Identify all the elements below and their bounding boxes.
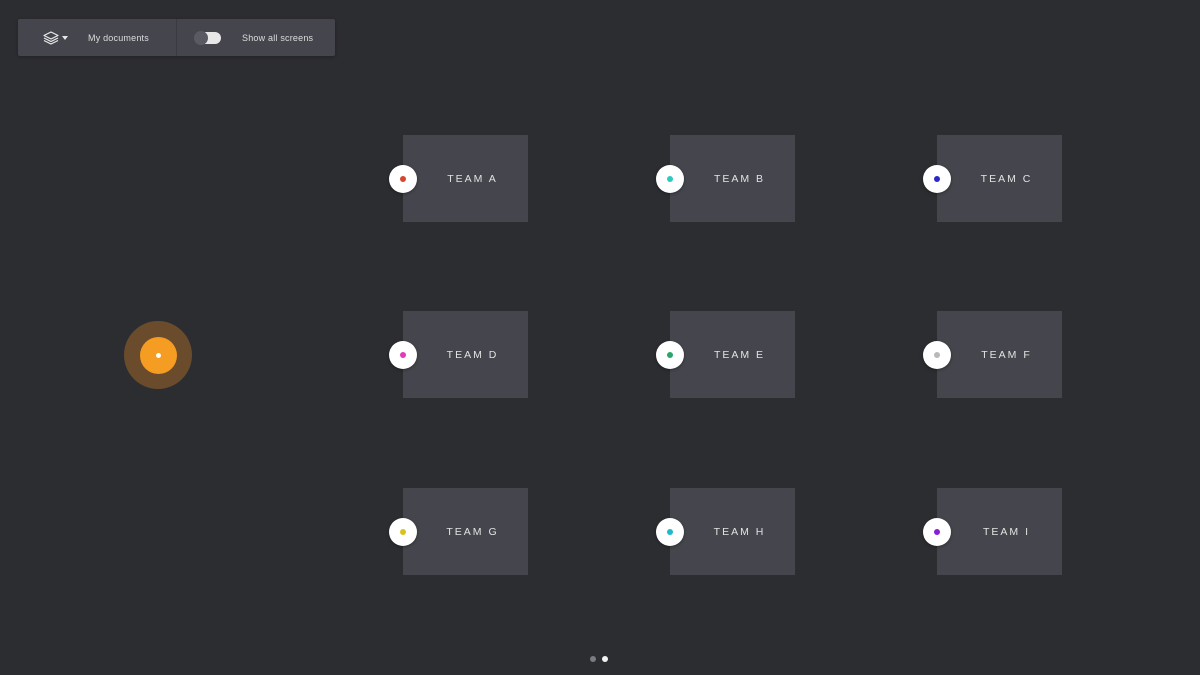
source-node[interactable] [140, 337, 177, 374]
page-dot[interactable] [590, 656, 596, 662]
team-label: TEAM C [980, 173, 1033, 185]
chevron-down-icon [62, 35, 68, 40]
team-card[interactable]: TEAM I [923, 488, 1062, 575]
documents-section: My documents [18, 19, 176, 56]
team-card[interactable]: TEAM D [389, 311, 528, 398]
canvas: My documents Show all screens TEAM A TEAM… [0, 0, 1200, 675]
team-card[interactable]: TEAM H [656, 488, 795, 575]
page-dot[interactable] [602, 656, 608, 662]
team-label: TEAM I [982, 526, 1030, 538]
pagination [590, 656, 608, 662]
show-all-screens-toggle[interactable] [194, 30, 221, 45]
screens-section: Show all screens [177, 19, 335, 56]
team-label: TEAM A [447, 173, 498, 185]
team-card[interactable]: TEAM G [389, 488, 528, 575]
team-label: TEAM H [713, 526, 766, 538]
team-card[interactable]: TEAM B [656, 135, 795, 222]
my-documents-link[interactable]: My documents [88, 33, 149, 43]
team-label: TEAM E [713, 349, 766, 361]
team-label: TEAM D [446, 349, 499, 361]
team-card[interactable]: TEAM C [923, 135, 1062, 222]
team-label: TEAM F [981, 349, 1032, 361]
toolbar: My documents Show all screens [18, 19, 335, 56]
layers-icon [43, 30, 59, 45]
layers-dropdown-button[interactable] [43, 30, 68, 45]
team-label: TEAM B [713, 173, 766, 185]
show-all-screens-label: Show all screens [242, 32, 314, 43]
team-card[interactable]: TEAM E [656, 311, 795, 398]
source-node-dot [156, 353, 161, 358]
team-card[interactable]: TEAM A [389, 135, 528, 222]
team-label: TEAM G [446, 526, 499, 538]
team-card[interactable]: TEAM F [923, 311, 1062, 398]
toggle-knob [194, 30, 208, 45]
